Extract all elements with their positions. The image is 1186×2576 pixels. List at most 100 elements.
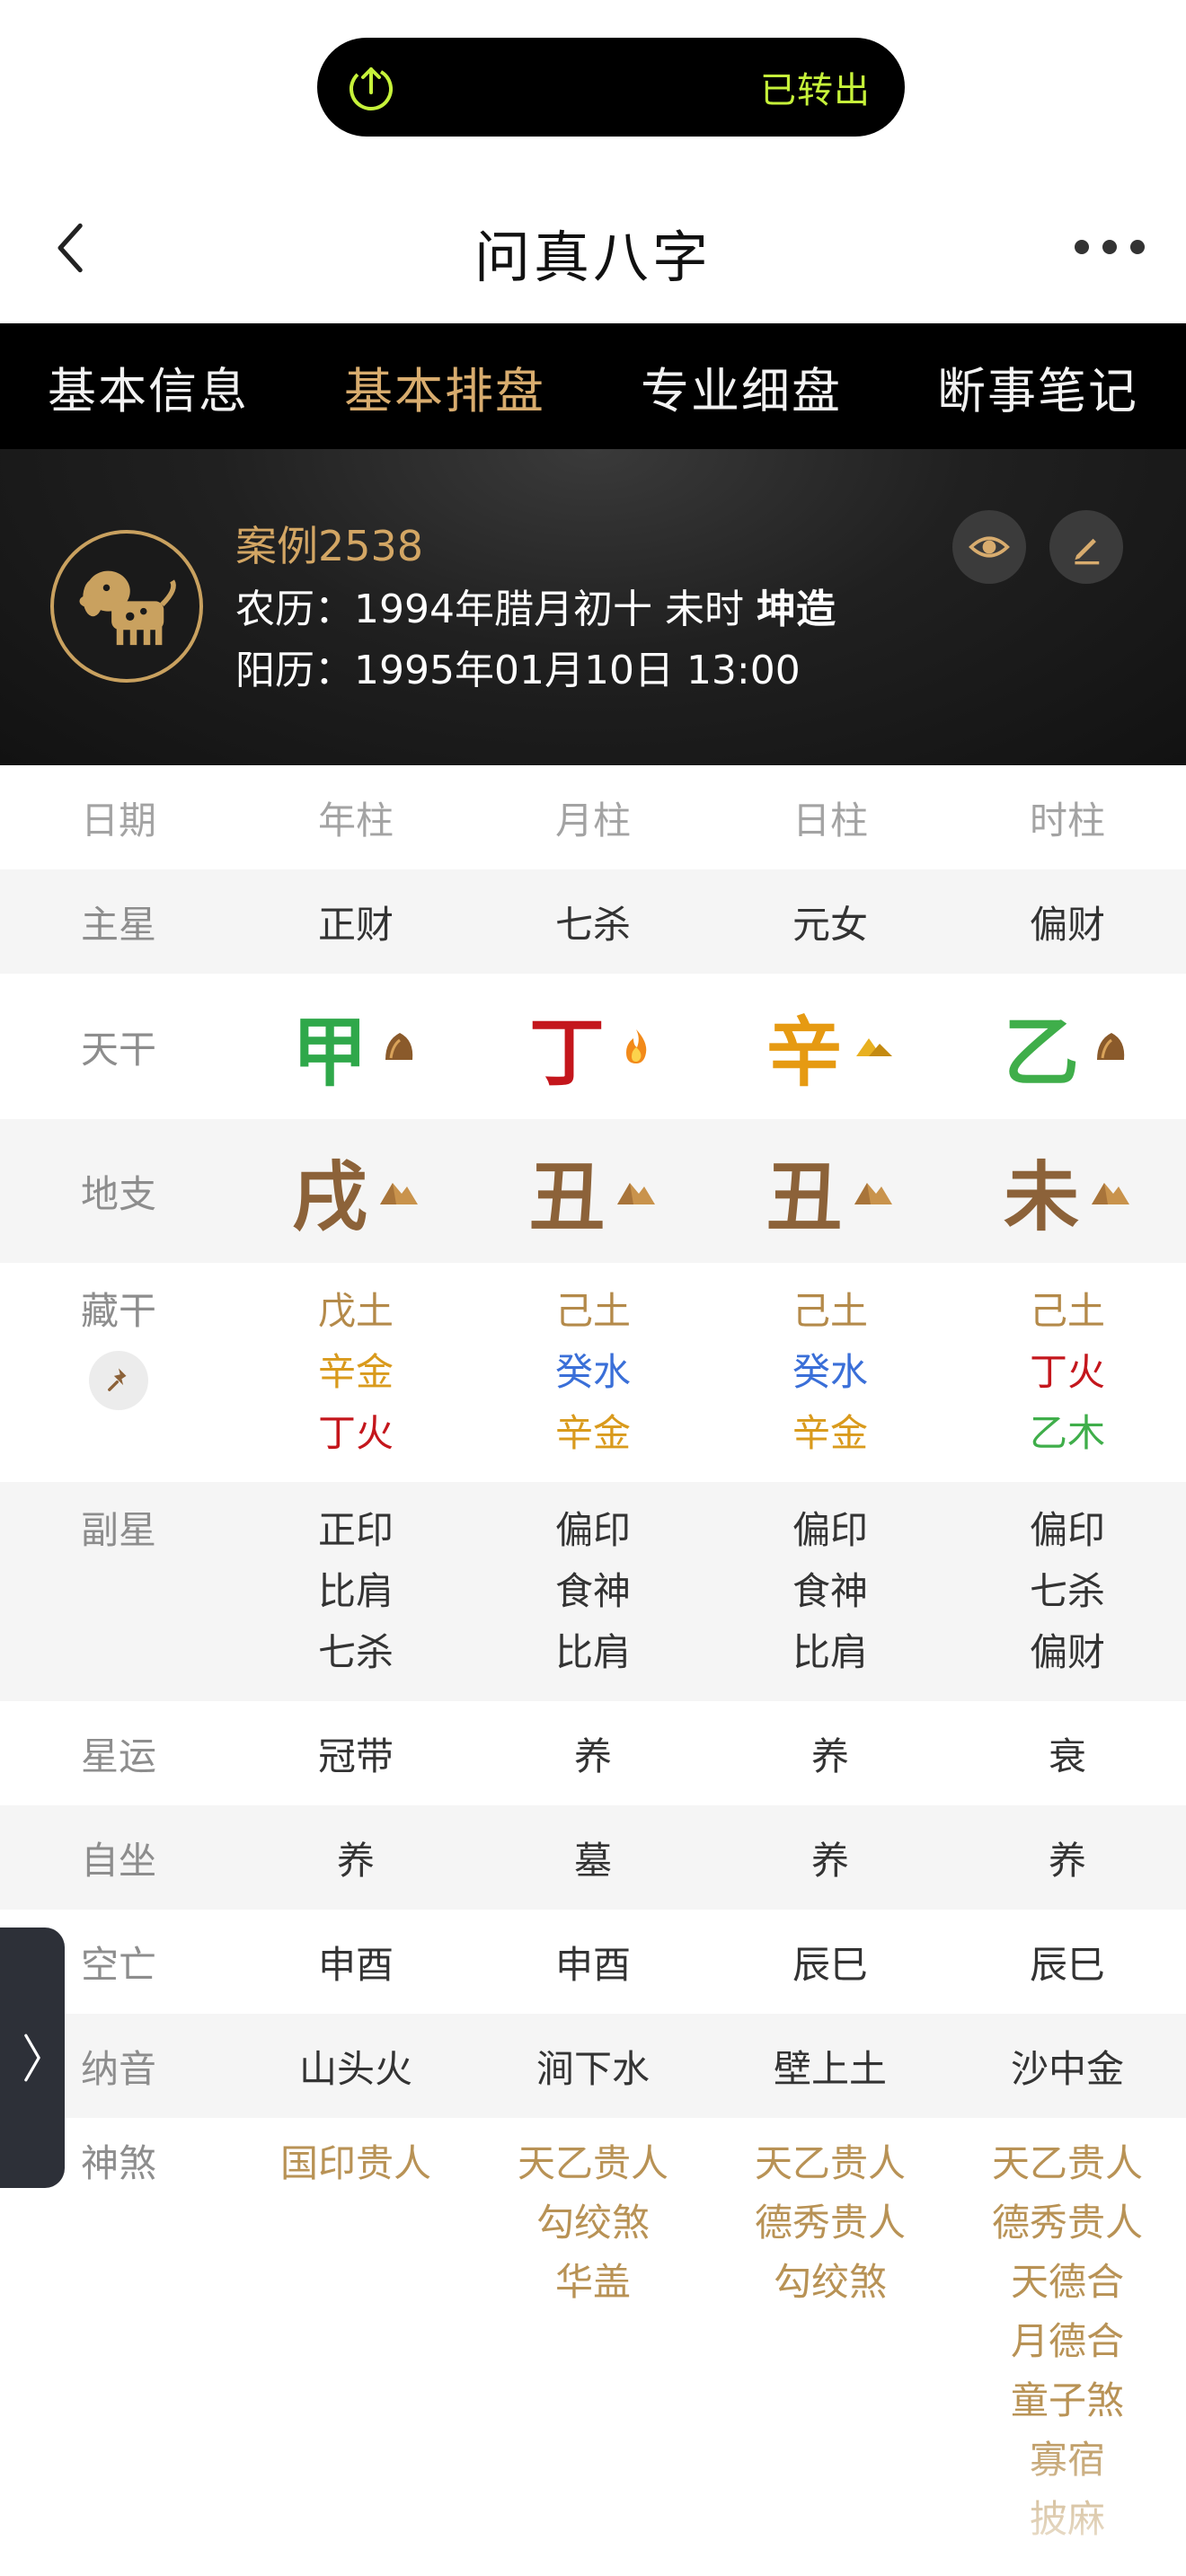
shensha-item[interactable]: 国印贵人 [280,2134,431,2193]
tab-basic-info[interactable]: 基本信息 [0,323,296,449]
hidden-stem: 己土 [1029,1289,1105,1333]
bazi-chart: 日期 年柱 月柱 日柱 时柱 主星 正财 七杀 元女 偏财 天干 甲 丁 辛 乙… [0,765,1186,2567]
kongwang-cell[interactable]: 申酉 [237,1910,474,2014]
fuxing-cell[interactable]: 偏印 食神 比肩 [712,1500,949,1701]
shensha-item[interactable]: 华盖 [555,2253,631,2312]
fuxing-label-cell: 副星 [0,1500,237,1701]
shensha-item[interactable]: 月德合 [1011,2312,1124,2371]
shensha-item[interactable]: 勾绞煞 [774,2253,887,2312]
canggan-row: 藏干 戊土 辛金 丁火 己土 癸水 辛金 己土 癸水 辛金 己土 丁火 乙木 [0,1263,1186,1482]
canggan-cell[interactable]: 己土 丁火 乙木 [949,1281,1186,1482]
row-label: 天干 [80,1027,156,1072]
nayin-row: 纳音 山头火 涧下水 壁上土 沙中金 [0,2014,1186,2118]
kongwang-cell[interactable]: 辰巳 [949,1910,1186,2014]
share-upload-icon [346,62,396,112]
page-title: 问真八字 [474,225,712,290]
side-drawer-handle[interactable] [0,1928,65,2188]
dizhi-cell[interactable]: 未 [949,1119,1186,1263]
tiangan-cell[interactable]: 甲 [237,974,474,1119]
pin-button[interactable] [89,1351,148,1410]
zizuo-cell[interactable]: 养 [237,1805,474,1910]
kongwang-cell[interactable]: 申酉 [474,1910,712,2014]
canggan-cell[interactable]: 己土 癸水 辛金 [712,1281,949,1482]
shensha-item[interactable]: 天乙贵人 [755,2134,906,2193]
main-star-cell[interactable]: 元女 [712,869,949,974]
row-label: 副星 [80,1508,156,1552]
shensha-item[interactable]: 德秀贵人 [992,2193,1143,2253]
fire-icon [626,1029,647,1063]
row-label: 星运 [80,1734,156,1778]
shensha-item[interactable]: 童子煞 [1011,2371,1124,2430]
fuxing-cell[interactable]: 正印 比肩 七杀 [237,1500,474,1701]
hidden-stem: 己土 [792,1289,868,1333]
tiangan-cell[interactable]: 丁 [474,974,712,1119]
shensha-item[interactable]: 天乙贵人 [992,2134,1143,2193]
stem-char: 辛 [766,1008,842,1097]
nayin-cell[interactable]: 沙中金 [949,2014,1186,2118]
nayin-cell[interactable]: 壁上土 [712,2014,949,2118]
edit-button[interactable] [1049,510,1123,584]
avatar[interactable] [50,530,203,683]
more-dots-icon [1130,240,1145,254]
more-dots-icon [1102,240,1117,254]
wood-icon [385,1033,413,1060]
tab-notes[interactable]: 断事笔记 [890,323,1186,449]
tiangan-cell[interactable]: 乙 [949,974,1186,1119]
more-button[interactable] [1069,225,1150,269]
status-pill-label: 已转出 [760,70,871,111]
header-year: 年柱 [317,798,394,842]
branch-char: 丑 [528,1152,605,1241]
dizhi-cell[interactable]: 丑 [474,1119,712,1263]
hidden-stem: 乙木 [1029,1411,1105,1455]
dog-zodiac-icon [79,570,176,646]
zizuo-row: 自坐 养 墓 养 养 [0,1805,1186,1910]
secondary-star: 食神 [554,1569,631,1613]
xingyun-cell[interactable]: 衰 [949,1701,1186,1805]
tiangan-cell[interactable]: 辛 [712,974,949,1119]
canggan-cell[interactable]: 戊土 辛金 丁火 [237,1281,474,1482]
gender-label: 坤造 [756,587,836,632]
fuxing-cell[interactable]: 偏印 七杀 偏财 [949,1500,1186,1701]
kongwang-cell[interactable]: 辰巳 [712,1910,949,2014]
main-star-cell[interactable]: 偏财 [949,869,1186,974]
xingyun-cell[interactable]: 养 [712,1701,949,1805]
zizuo-cell[interactable]: 墓 [474,1805,712,1910]
row-label: 藏干 [80,1289,156,1333]
main-star-cell[interactable]: 正财 [237,869,474,974]
xingyun-cell[interactable]: 冠带 [237,1701,474,1805]
status-pill[interactable]: 已转出 [317,38,905,137]
tab-bar: 基本信息 基本排盘 专业细盘 断事笔记 [0,323,1186,449]
tab-pro-chart[interactable]: 专业细盘 [593,323,890,449]
zizuo-cell[interactable]: 养 [949,1805,1186,1910]
dizhi-cell[interactable]: 戌 [237,1119,474,1263]
header-date: 日期 [80,798,156,842]
dizhi-cell[interactable]: 丑 [712,1119,949,1263]
fuxing-row: 副星 正印 比肩 七杀 偏印 食神 比肩 偏印 食神 比肩 偏印 七杀 偏财 [0,1482,1186,1701]
canggan-cell[interactable]: 己土 癸水 辛金 [474,1281,712,1482]
shensha-item[interactable]: 勾绞煞 [536,2193,650,2253]
shensha-item[interactable]: 天德合 [1011,2253,1124,2312]
secondary-star: 偏印 [792,1508,868,1552]
hidden-stem: 丁火 [317,1411,394,1455]
xingyun-cell[interactable]: 养 [474,1701,712,1805]
shensha-item[interactable]: 天乙贵人 [518,2134,668,2193]
row-label: 神煞 [80,2141,156,2185]
shensha-item[interactable]: 德秀贵人 [755,2193,906,2253]
profile-card: 案例2538 农历：1994年腊月初十 未时 坤造 阳历：1995年01月10日… [0,449,1186,765]
earth-icon [1092,1183,1129,1204]
zizuo-cell[interactable]: 养 [712,1805,949,1910]
nayin-cell[interactable]: 涧下水 [474,2014,712,2118]
chart-header-row: 日期 年柱 月柱 日柱 时柱 [0,765,1186,869]
main-star-cell[interactable]: 七杀 [474,869,712,974]
stem-char: 乙 [1003,1008,1079,1097]
fuxing-cell[interactable]: 偏印 食神 比肩 [474,1500,712,1701]
hidden-stem: 癸水 [792,1350,868,1394]
secondary-star: 食神 [792,1569,868,1613]
tab-basic-chart[interactable]: 基本排盘 [296,323,593,449]
hidden-stem: 辛金 [792,1411,868,1455]
toggle-visibility-button[interactable] [952,510,1026,584]
nayin-cell[interactable]: 山头火 [237,2014,474,2118]
chevron-right-icon [24,2033,40,2082]
secondary-star: 七杀 [317,1630,394,1674]
nav-bar: 问真八字 [0,180,1186,323]
